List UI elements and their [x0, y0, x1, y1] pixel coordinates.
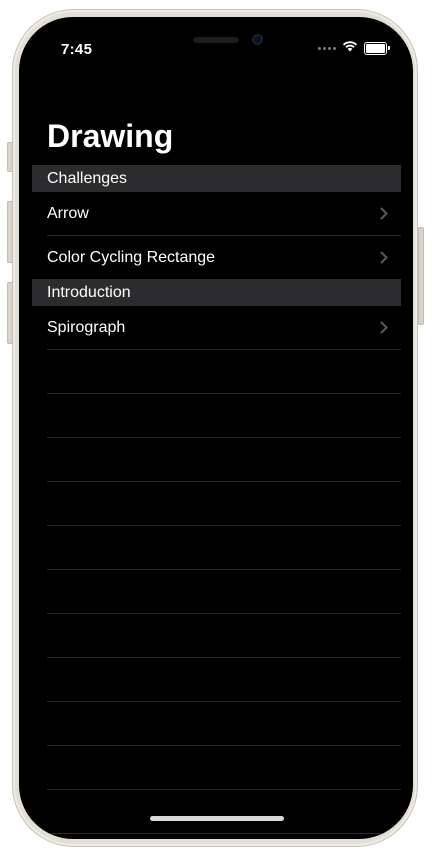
row-label: Spirograph — [47, 318, 126, 336]
status-icons — [318, 39, 390, 57]
drawing-list: Challenges Arrow Color Cycling Rectange … — [32, 165, 401, 834]
front-camera — [252, 34, 263, 45]
empty-row — [47, 482, 401, 526]
cellular-signal-icon — [318, 46, 336, 50]
empty-row — [47, 746, 401, 790]
empty-row — [47, 702, 401, 746]
chevron-right-icon — [377, 251, 391, 265]
status-time: 7:45 — [61, 41, 93, 58]
list-row-spirograph[interactable]: Spirograph — [47, 306, 401, 350]
volume-up-button — [7, 201, 13, 263]
empty-row — [47, 350, 401, 394]
section-header-introduction: Introduction — [32, 279, 401, 306]
list-row-color-cycling-rectangle[interactable]: Color Cycling Rectange — [47, 236, 401, 279]
wifi-icon — [342, 39, 358, 57]
empty-row — [47, 570, 401, 614]
page-title: Drawing — [47, 118, 174, 154]
empty-row — [47, 438, 401, 482]
home-indicator[interactable] — [150, 816, 284, 821]
empty-row — [47, 658, 401, 702]
earpiece-speaker — [193, 37, 239, 43]
section-header-challenges: Challenges — [32, 165, 401, 192]
power-button — [418, 227, 424, 325]
chevron-right-icon — [377, 207, 391, 221]
silent-switch — [7, 142, 13, 172]
empty-row — [47, 394, 401, 438]
battery-fill — [366, 43, 385, 53]
empty-row — [47, 526, 401, 570]
list-row-arrow[interactable]: Arrow — [47, 192, 401, 236]
row-label: Arrow — [47, 204, 89, 222]
empty-row — [47, 614, 401, 658]
chevron-right-icon — [377, 321, 391, 335]
volume-down-button — [7, 282, 13, 344]
row-label: Color Cycling Rectange — [47, 248, 216, 266]
screen: 7:45 Drawing Challenges Arrow Color Cycl… — [19, 17, 413, 839]
empty-row — [47, 790, 401, 834]
battery-icon — [364, 41, 390, 55]
